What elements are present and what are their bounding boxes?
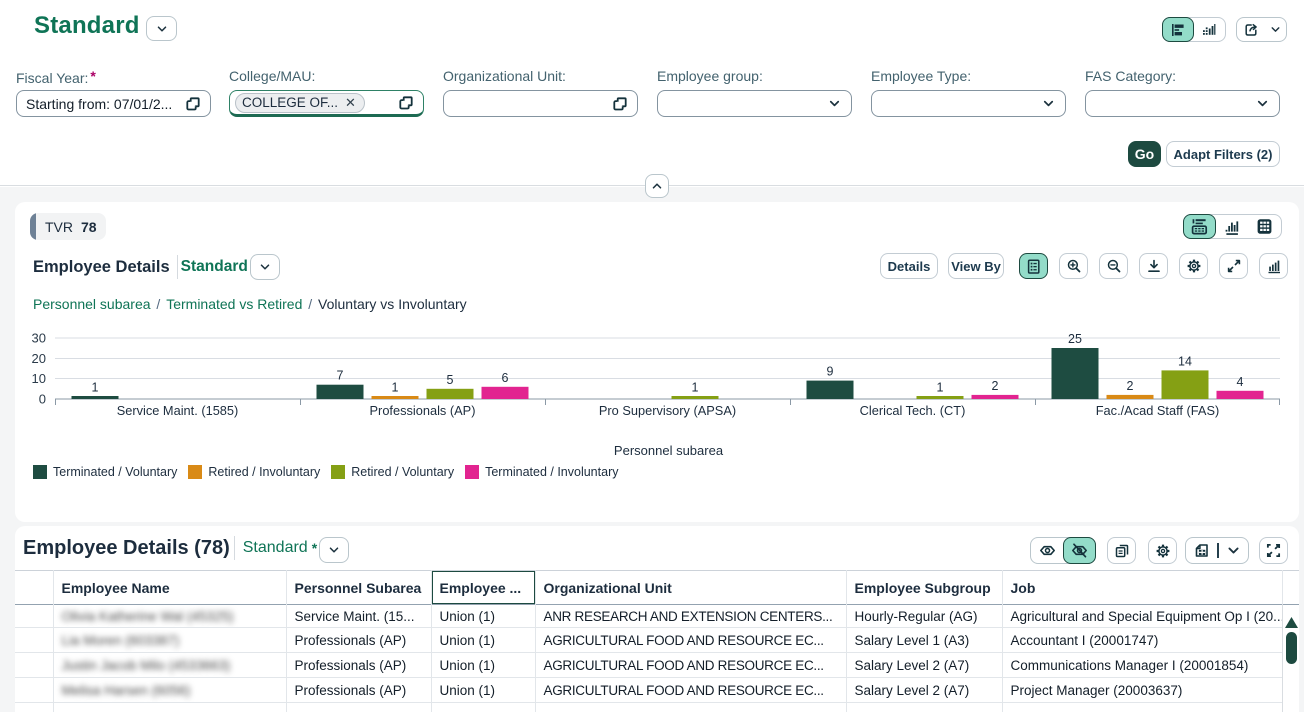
svg-text:4: 4 [1237,375,1244,389]
svg-text:5: 5 [447,373,454,387]
svg-text:2: 2 [1127,379,1134,393]
svg-text:9: 9 [827,365,834,379]
svg-text:Fac./Acad Staff (FAS): Fac./Acad Staff (FAS) [1096,403,1220,418]
svg-text:7: 7 [337,369,344,383]
svg-text:Clerical Tech. (CT): Clerical Tech. (CT) [860,403,966,418]
svg-text:Professionals (AP): Professionals (AP) [370,403,476,418]
svg-text:14: 14 [1178,354,1192,368]
svg-text:6: 6 [502,371,509,385]
svg-text:2: 2 [992,379,999,393]
svg-text:25: 25 [1068,332,1082,346]
svg-text:1: 1 [392,381,399,395]
svg-text:30: 30 [32,331,46,346]
svg-text:0: 0 [39,392,46,407]
svg-text:Service Maint. (1585): Service Maint. (1585) [117,403,239,418]
svg-text:20: 20 [32,351,46,366]
svg-text:1: 1 [692,381,699,395]
svg-text:Pro Supervisory (APSA): Pro Supervisory (APSA) [599,403,736,418]
svg-text:1: 1 [92,381,99,395]
svg-text:1: 1 [937,381,944,395]
svg-text:10: 10 [32,371,46,386]
